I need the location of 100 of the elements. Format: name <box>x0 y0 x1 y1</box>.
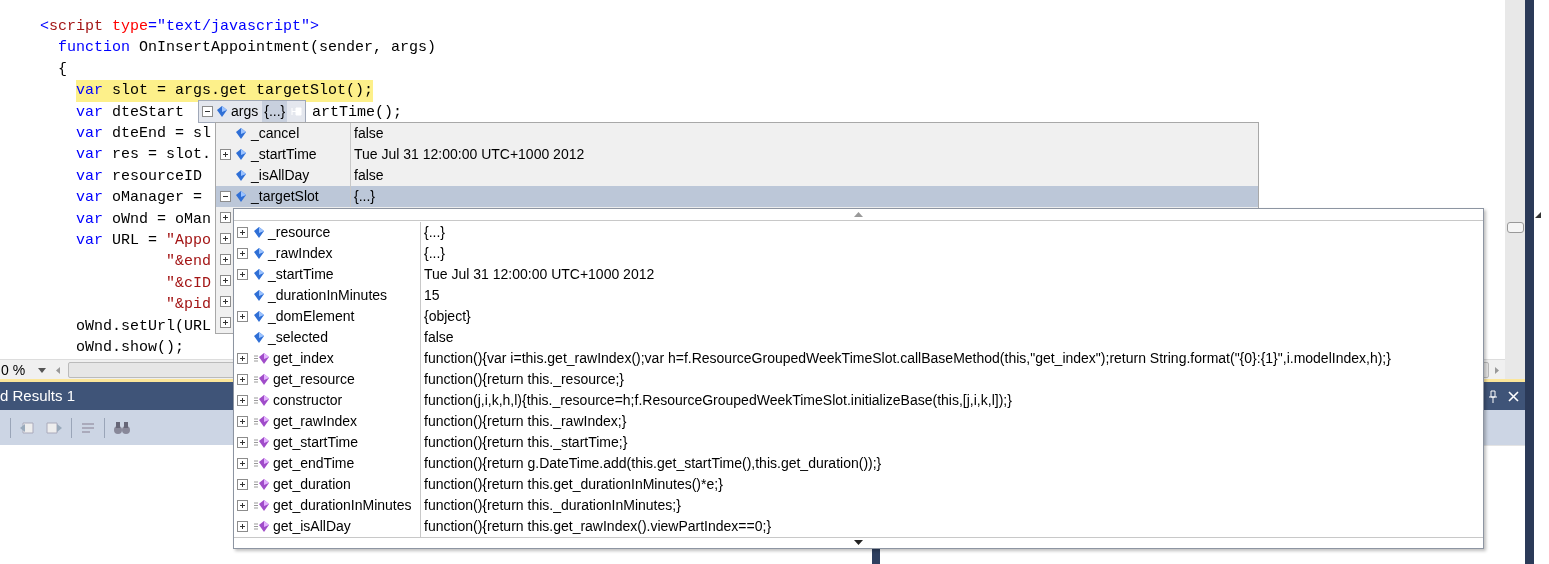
expand-icon[interactable] <box>219 254 231 265</box>
field-icon <box>254 247 264 259</box>
datatip-row[interactable]: _domElement {object} <box>234 305 1483 327</box>
member-value: function(){var i=this.get_rawIndex();var h=f.ResourceGroupedWeekTimeSlot.callBaseMethod(this,"get_index");return String.format("{0}:{1}",i.modelIndex,h);} <box>423 348 1391 368</box>
member-value: function(){return this._resource;} <box>423 369 624 389</box>
expand-icon[interactable] <box>237 457 248 469</box>
code-line: var dteStart <box>75 102 185 123</box>
code-line: var resourceID <box>75 166 203 187</box>
member-name: get_isAllDay <box>273 516 351 536</box>
datatip-row[interactable]: get_isAllDay function(){return this.get_rawIndex().viewPartIndex==0;} <box>234 515 1483 537</box>
code-line: var res = slot. <box>75 145 212 166</box>
member-value: {...} <box>353 187 376 206</box>
field-icon <box>217 106 227 117</box>
expand-icon[interactable] <box>219 296 231 307</box>
expand-icon[interactable] <box>237 394 248 406</box>
binoculars-icon[interactable] <box>113 419 131 436</box>
datatip-row[interactable]: _resource {...} <box>234 221 1483 243</box>
expand-icon[interactable] <box>237 478 248 490</box>
member-name: _targetSlot <box>251 187 319 206</box>
code-line: var URL = "Appo <box>75 231 212 252</box>
zoom-level[interactable]: 0 % <box>0 359 34 381</box>
collapse-icon[interactable] <box>219 191 231 202</box>
member-name: get_rawIndex <box>273 411 358 431</box>
method-icon <box>254 457 269 469</box>
datatip-row[interactable]: get_resource function(){return this._resource;} <box>234 368 1483 390</box>
expand-icon[interactable] <box>237 415 248 427</box>
scroll-up-icon[interactable] <box>854 211 863 217</box>
datatip-row[interactable]: _startTime Tue Jul 31 12:00:00 UTC+1000 2012 <box>216 144 1258 165</box>
close-icon[interactable] <box>1508 390 1519 402</box>
vertical-scrollbar[interactable] <box>1505 0 1525 379</box>
expand-icon[interactable] <box>237 247 248 259</box>
member-value: {...} <box>423 222 446 242</box>
code-line: <script type="text/javascript"> <box>40 17 320 37</box>
member-name: _resource <box>268 222 331 242</box>
datatip-row[interactable]: _startTime Tue Jul 31 12:00:00 UTC+1000 2012 <box>234 263 1483 285</box>
datatip-row[interactable]: get_startTime function(){return this._startTime;} <box>234 431 1483 453</box>
member-value: function(){return this.get_durationInMinutes()*e;} <box>423 474 723 494</box>
expand-icon[interactable] <box>219 212 231 223</box>
expand-icon[interactable] <box>237 520 248 532</box>
expand-icon[interactable] <box>219 233 231 244</box>
member-name: _durationInMinutes <box>268 285 388 305</box>
member-name: _startTime <box>268 264 334 284</box>
dropdown-arrow-icon[interactable] <box>38 367 46 373</box>
expand-icon[interactable] <box>237 373 248 385</box>
code-line: var dteEnd = sl <box>75 124 212 145</box>
method-icon <box>254 394 269 406</box>
datatip-row[interactable]: _durationInMinutes 15 <box>234 284 1483 306</box>
expand-icon[interactable] <box>219 317 231 328</box>
method-icon <box>254 499 269 511</box>
datatip-row[interactable]: _selected false <box>234 326 1483 348</box>
datatip-row[interactable]: _rawIndex {...} <box>234 242 1483 264</box>
member-value: function(j,i,k,h,l){this._resource=h;f.ResourceGroupedWeekTimeSlot.initializeBase(this,[j,i,k,l]);} <box>423 390 1012 410</box>
code-line: var oManager = <box>75 188 203 209</box>
member-name: get_duration <box>273 474 351 494</box>
expand-icon[interactable] <box>219 275 231 286</box>
datatip-row[interactable]: get_duration function(){return this.get_durationInMinutes()*e;} <box>234 473 1483 495</box>
expand-icon[interactable] <box>219 149 231 160</box>
member-value: 15 <box>423 285 440 305</box>
method-icon <box>254 415 269 427</box>
expand-icon[interactable] <box>237 310 248 322</box>
field-icon <box>236 170 246 181</box>
datatip-row[interactable]: constructor function(j,i,k,h,l){this._resource=h;f.ResourceGroupedWeekTimeSlot.initializeBase(this,[j,i,k,l]);} <box>234 389 1483 411</box>
expand-icon[interactable] <box>237 352 248 364</box>
code-line: oWnd.setUrl(URL <box>75 316 212 337</box>
member-value: function(){return this._rawIndex;} <box>423 411 627 431</box>
datatip-row[interactable]: get_index function(){var i=this.get_rawIndex();var h=f.ResourceGroupedWeekTimeSlot.callBaseMethod(this,"get_index");return String.format("{0}:{1}",i.modelIndex,h);} <box>234 347 1483 369</box>
field-icon <box>254 331 264 343</box>
datatip-row[interactable]: get_rawIndex function(){return this._rawIndex;} <box>234 410 1483 432</box>
datatip-row[interactable]: get_endTime function(){return g.DateTime.add(this.get_startTime(),this.get_duration());} <box>234 452 1483 474</box>
field-icon <box>254 226 264 238</box>
field-icon <box>236 191 246 202</box>
method-icon <box>254 373 269 385</box>
collapse-icon[interactable] <box>202 106 213 117</box>
code-line: "&pid <box>165 295 212 316</box>
member-name: _startTime <box>251 145 317 164</box>
datatip-row[interactable]: _targetSlot {...} <box>216 186 1258 207</box>
variable-value: {...} <box>262 101 288 122</box>
code-line: "&end <box>165 252 212 273</box>
member-name: _rawIndex <box>268 243 333 263</box>
method-icon <box>254 478 269 490</box>
member-value: {...} <box>423 243 446 263</box>
panel-title: d Results 1 <box>0 385 76 406</box>
code-line: oWnd.show(); <box>75 338 185 359</box>
expand-icon[interactable] <box>237 268 248 280</box>
datatip-row[interactable]: _cancel false <box>216 123 1258 144</box>
expand-icon[interactable] <box>237 436 248 448</box>
member-name: get_startTime <box>273 432 359 452</box>
expand-icon[interactable] <box>237 499 248 511</box>
member-name: get_index <box>273 348 334 368</box>
corner-triangle-icon <box>1535 212 1541 218</box>
scroll-down-icon[interactable] <box>854 540 863 546</box>
member-name: _domElement <box>268 306 355 326</box>
expand-icon[interactable] <box>237 226 248 238</box>
member-value: function(){return this._durationInMinutes;} <box>423 495 681 515</box>
code-line: "&cID <box>165 273 212 294</box>
member-value: {object} <box>423 306 471 326</box>
scroll-thumb[interactable] <box>1506 222 1524 233</box>
code-line: { <box>57 59 67 80</box>
datatip-row[interactable]: get_durationInMinutes function(){return this._durationInMinutes;} <box>234 494 1483 516</box>
member-name: _isAllDay <box>251 166 310 185</box>
